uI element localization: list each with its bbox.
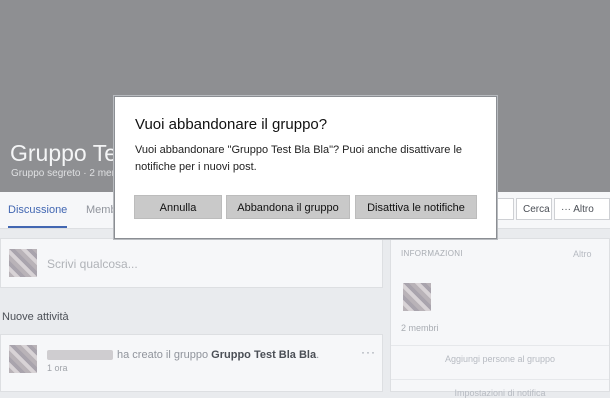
tab-membri[interactable]: Memb	[86, 192, 117, 228]
add-people-link[interactable]: Aggiungi persone al gruppo	[391, 345, 609, 364]
info-panel: INFORMAZIONI Altro 2 membri Aggiungi per…	[390, 238, 610, 398]
cancel-button[interactable]: Annulla	[134, 195, 222, 219]
blurred-user-name[interactable]	[47, 350, 113, 360]
post-composer[interactable]: Scrivi qualcosa...	[0, 238, 383, 288]
post-suffix: .	[316, 349, 320, 361]
tab-discussione[interactable]: Discussione	[8, 192, 68, 228]
new-activity-heading: Nuove attività	[2, 311, 69, 323]
member-avatar[interactable]	[403, 283, 431, 311]
members-count[interactable]: 2 membri	[401, 323, 439, 333]
dialog-body: Vuoi abbandonare "Gruppo Test Bla Bla"? …	[135, 144, 463, 173]
leave-group-dialog: Vuoi abbandonare il gruppo? Vuoi abbando…	[114, 96, 497, 239]
post-timestamp[interactable]: 1 ora	[47, 363, 68, 373]
dialog-title: Vuoi abbandonare il gruppo?	[135, 116, 328, 133]
post-group-link[interactable]: Gruppo Test Bla Bla	[211, 349, 316, 361]
post-menu-icon[interactable]: ···	[361, 345, 376, 359]
info-other-link[interactable]: Altro	[573, 249, 592, 259]
avatar	[9, 249, 37, 277]
post-text: ha creato il gruppo Gruppo Test Bla Bla.	[117, 349, 319, 361]
composer-input[interactable]: Scrivi qualcosa...	[47, 257, 138, 271]
avatar	[9, 345, 37, 373]
more-button[interactable]: ··· Altro	[554, 198, 610, 220]
mute-notifications-button[interactable]: Disattiva le notifiche	[355, 195, 477, 219]
activity-post: ha creato il gruppo Gruppo Test Bla Bla.…	[0, 334, 383, 392]
search-button[interactable]: Cerca	[516, 198, 552, 220]
more-label: Altro	[573, 204, 594, 215]
more-dots-icon: ···	[561, 204, 571, 215]
notification-settings-link[interactable]: Impostazioni di notifica	[391, 379, 609, 398]
post-action: ha creato il gruppo	[117, 349, 212, 361]
leave-group-button[interactable]: Abbandona il gruppo	[226, 195, 350, 219]
info-title: INFORMAZIONI	[401, 249, 463, 258]
